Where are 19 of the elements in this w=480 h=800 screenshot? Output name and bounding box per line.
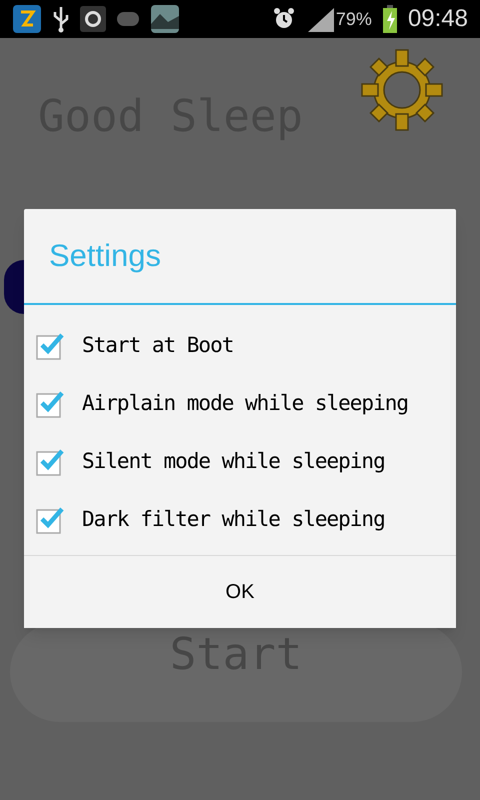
gear-icon[interactable] xyxy=(360,48,444,132)
option-label: Dark filter while sleeping xyxy=(82,506,385,534)
clock-time: 09:48 xyxy=(408,4,468,34)
checkbox[interactable] xyxy=(36,390,64,418)
option-label: Silent mode while sleeping xyxy=(82,448,385,476)
battery-charging-icon xyxy=(382,5,398,33)
app-icon xyxy=(12,4,42,34)
option-label: Airplain mode while sleeping xyxy=(82,390,408,418)
signal-icon xyxy=(306,6,336,32)
option-label: Start at Boot xyxy=(82,332,234,360)
checkbox[interactable] xyxy=(36,506,64,534)
ok-button[interactable]: OK xyxy=(24,556,456,628)
photo-icon xyxy=(150,4,180,34)
alarm-icon xyxy=(272,7,296,31)
dialog-title: Settings xyxy=(49,236,162,275)
battery-percent: 79% xyxy=(336,8,372,30)
usb-icon xyxy=(52,5,70,33)
checkbox[interactable] xyxy=(36,332,64,360)
checkbox[interactable] xyxy=(36,448,64,476)
